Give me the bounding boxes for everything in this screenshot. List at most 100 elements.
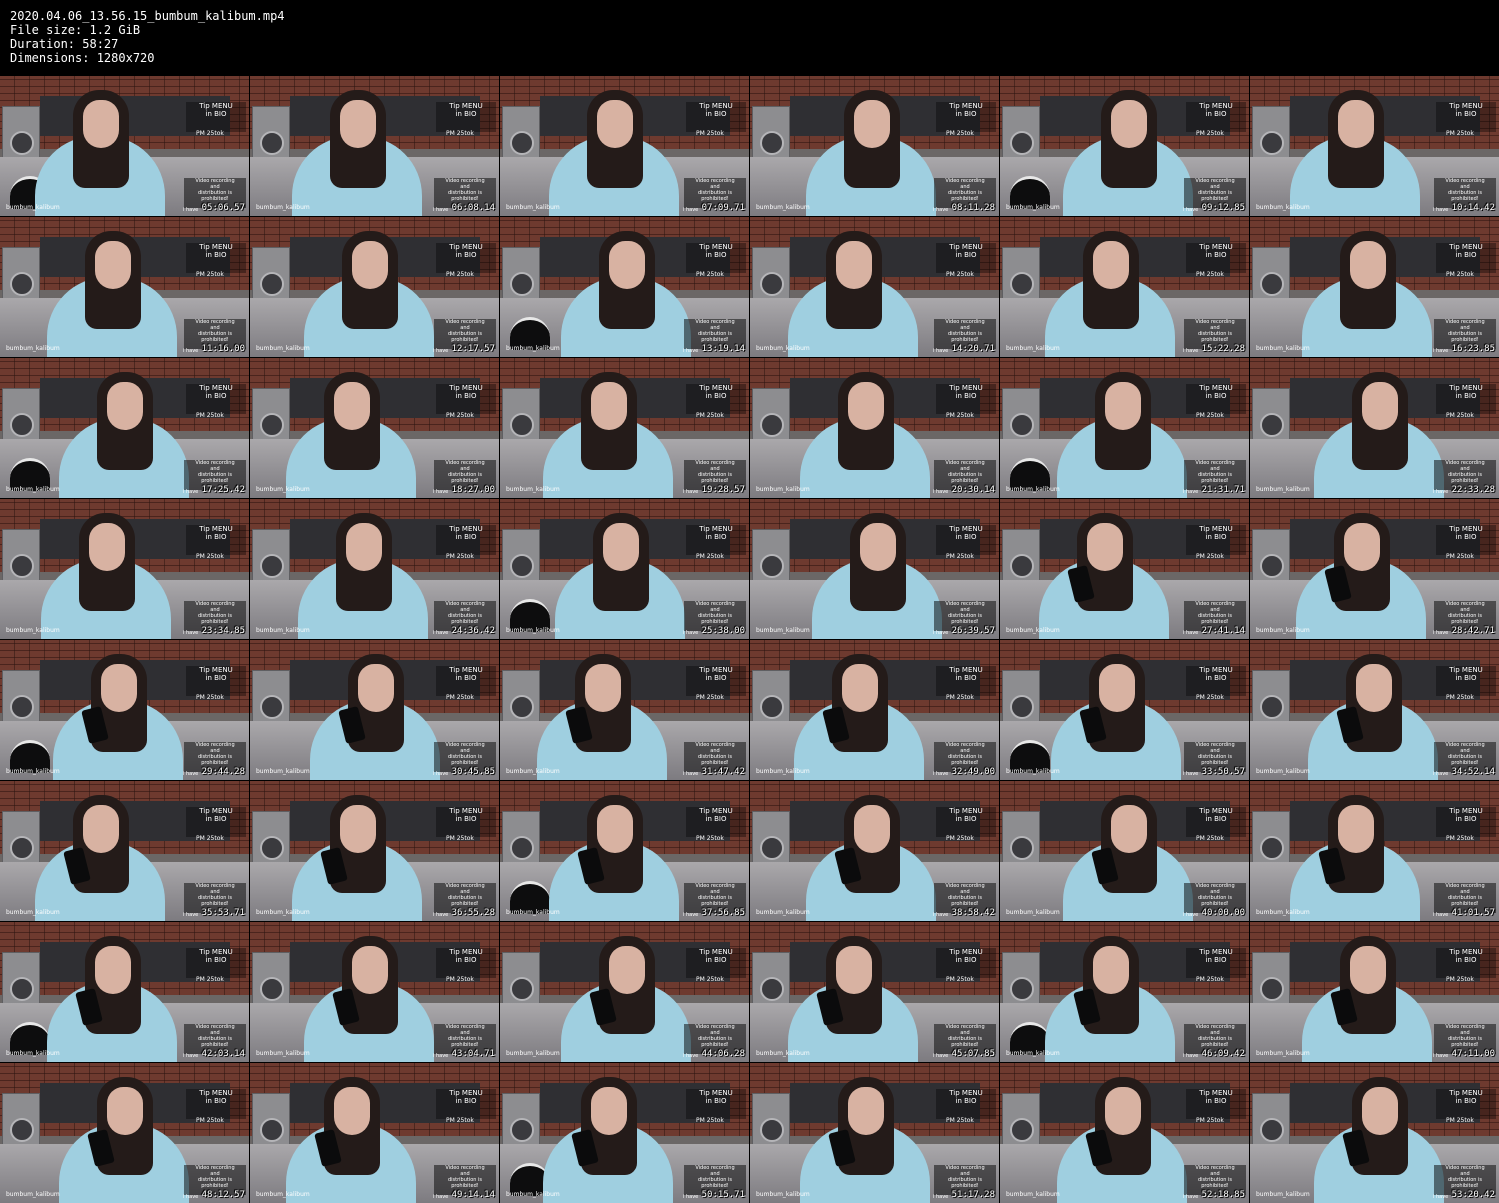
ihave-text: i have [933,771,949,777]
video-thumbnail[interactable]: Tip MENU in BIO PM 25tok Video recording and… [1250,781,1499,921]
timestamp: 40:00.00 [1201,908,1245,918]
video-thumbnail[interactable]: Tip MENU in BIO PM 25tok Video recording and… [1000,76,1249,216]
pm-overlay: PM 25tok [946,1117,974,1124]
video-thumbnail[interactable]: Tip MENU in BIO PM 25tok Video recording and… [1000,499,1249,639]
video-thumbnail[interactable]: Tip MENU in BIO PM 25tok Video recording and… [750,1063,999,1203]
video-thumbnail[interactable]: Tip MENU in BIO PM 25tok Video recording and… [500,358,749,498]
person-face [848,382,884,430]
video-thumbnail[interactable]: Tip MENU in BIO PM 25tok Video recording and… [750,499,999,639]
username-watermark: bumbum_kalibum [256,204,310,211]
ihave-text: i have [183,348,199,354]
person-face [1338,805,1374,853]
recording-line-3: distribution is prohibited! [1197,1036,1233,1048]
tip-line-2: in BIO [455,251,477,259]
recording-line-3: distribution is prohibited! [1197,895,1233,907]
video-thumbnail[interactable]: Tip MENU in BIO PM 25tok Video recording and… [500,1063,749,1203]
video-thumbnail[interactable]: Tip MENU in BIO PM 25tok Video recording and… [750,640,999,780]
username-watermark: bumbum_kalibum [756,486,810,493]
tip-line-1: Tip MENU [699,525,733,533]
video-thumbnail[interactable]: Tip MENU in BIO PM 25tok Video recording and… [500,217,749,357]
video-thumbnail[interactable]: Tip MENU in BIO PM 25tok Video recording and… [750,76,999,216]
ihave-text: i have [433,630,449,636]
timestamp: 25:38.00 [701,626,745,636]
pm-overlay: PM 25tok [1446,271,1474,278]
pm-overlay: PM 25tok [196,1117,224,1124]
video-thumbnail[interactable]: Tip MENU in BIO PM 25tok Video recording and… [1000,640,1249,780]
video-thumbnail[interactable]: Tip MENU in BIO PM 25tok Video recording and… [1000,922,1249,1062]
video-thumbnail[interactable]: Tip MENU in BIO PM 25tok Video recording and… [1250,358,1499,498]
video-thumbnail[interactable]: Tip MENU in BIO PM 25tok Video recording and… [250,217,499,357]
video-thumbnail[interactable]: Tip MENU in BIO PM 25tok Video recording and… [1250,922,1499,1062]
video-thumbnail[interactable]: Tip MENU in BIO PM 25tok Video recording and… [250,358,499,498]
video-thumbnail[interactable]: Tip MENU in BIO PM 25tok Video recording and… [1250,76,1499,216]
pm-overlay: PM 25tok [196,835,224,842]
video-thumbnail[interactable]: Tip MENU in BIO PM 25tok Video recording and… [250,922,499,1062]
video-thumbnail[interactable]: Tip MENU in BIO PM 25tok Video recording and… [250,1063,499,1203]
timestamp: 28:42.71 [1451,626,1495,636]
video-thumbnail[interactable]: Tip MENU in BIO PM 25tok Video recording and… [0,781,249,921]
video-thumbnail[interactable]: Tip MENU in BIO PM 25tok Video recording and… [500,640,749,780]
video-thumbnail[interactable]: Tip MENU in BIO PM 25tok Video recording and… [750,781,999,921]
tip-menu-overlay: Tip MENU in BIO [186,666,246,696]
timestamp: 09:12.85 [1201,203,1245,213]
tip-menu-overlay: Tip MENU in BIO [436,384,496,414]
username-watermark: bumbum_kalibum [1006,1050,1060,1057]
video-thumbnail[interactable]: Tip MENU in BIO PM 25tok Video recording and… [0,1063,249,1203]
username-watermark: bumbum_kalibum [6,204,60,211]
tip-line-1: Tip MENU [1199,384,1233,392]
tip-line-2: in BIO [1205,533,1227,541]
pm-overlay: PM 25tok [946,976,974,983]
tip-line-2: in BIO [455,815,477,823]
pm-overlay: PM 25tok [1446,694,1474,701]
pm-overlay: PM 25tok [446,976,474,983]
tip-menu-overlay: Tip MENU in BIO [686,807,746,837]
video-thumbnail[interactable]: Tip MENU in BIO PM 25tok Video recording and… [1000,1063,1249,1203]
video-thumbnail[interactable]: Tip MENU in BIO PM 25tok Video recording and… [1000,217,1249,357]
person-face [340,100,376,148]
video-thumbnail[interactable]: Tip MENU in BIO PM 25tok Video recording and… [1000,781,1249,921]
video-thumbnail[interactable]: Tip MENU in BIO PM 25tok Video recording and… [250,640,499,780]
ihave-text: i have [1433,1194,1449,1200]
person-face [1087,523,1123,571]
video-thumbnail[interactable]: Tip MENU in BIO PM 25tok Video recording and… [750,358,999,498]
video-thumbnail[interactable]: Tip MENU in BIO PM 25tok Video recording and… [1250,640,1499,780]
video-thumbnail[interactable]: Tip MENU in BIO PM 25tok Video recording and… [250,76,499,216]
person-face [95,946,131,994]
video-thumbnail[interactable]: Tip MENU in BIO PM 25tok Video recording and… [500,781,749,921]
video-thumbnail[interactable]: Tip MENU in BIO PM 25tok Video recording and… [0,76,249,216]
timestamp: 33:50.57 [1201,767,1245,777]
video-thumbnail[interactable]: Tip MENU in BIO PM 25tok Video recording and… [1250,1063,1499,1203]
tip-line-2: in BIO [1455,533,1477,541]
tip-line-1: Tip MENU [699,102,733,110]
video-thumbnail[interactable]: Tip MENU in BIO PM 25tok Video recording and… [0,217,249,357]
video-thumbnail[interactable]: Tip MENU in BIO PM 25tok Video recording and… [1250,499,1499,639]
person-face [1099,664,1135,712]
tip-menu-overlay: Tip MENU in BIO [1436,666,1496,696]
tip-menu-overlay: Tip MENU in BIO [186,948,246,978]
video-thumbnail[interactable]: Tip MENU in BIO PM 25tok Video recording and… [0,922,249,1062]
video-thumbnail[interactable]: Tip MENU in BIO PM 25tok Video recording and… [0,640,249,780]
video-thumbnail[interactable]: Tip MENU in BIO PM 25tok Video recording and… [250,781,499,921]
video-thumbnail[interactable]: Tip MENU in BIO PM 25tok Video recording and… [750,217,999,357]
video-thumbnail[interactable]: Tip MENU in BIO PM 25tok Video recording and… [250,499,499,639]
timestamp: 53:20.42 [1451,1190,1495,1200]
timestamp: 35:53.71 [201,908,245,918]
video-thumbnail[interactable]: Tip MENU in BIO PM 25tok Video recording and… [0,499,249,639]
recording-line-3: distribution is prohibited! [447,754,483,766]
video-thumbnail[interactable]: Tip MENU in BIO PM 25tok Video recording and… [750,922,999,1062]
tip-menu-overlay: Tip MENU in BIO [186,525,246,555]
person-face [609,241,645,289]
tip-menu-overlay: Tip MENU in BIO [1186,384,1246,414]
ihave-text: i have [183,207,199,213]
video-thumbnail[interactable]: Tip MENU in BIO PM 25tok Video recording and… [0,358,249,498]
video-thumbnail[interactable]: Tip MENU in BIO PM 25tok Video recording and… [500,922,749,1062]
tip-line-2: in BIO [955,251,977,259]
video-thumbnail[interactable]: Tip MENU in BIO PM 25tok Video recording and… [1250,217,1499,357]
pm-overlay: PM 25tok [1196,976,1224,983]
username-watermark: bumbum_kalibum [1006,345,1060,352]
ihave-text: i have [1183,207,1199,213]
pm-overlay: PM 25tok [946,694,974,701]
video-thumbnail[interactable]: Tip MENU in BIO PM 25tok Video recording and… [500,499,749,639]
video-thumbnail[interactable]: Tip MENU in BIO PM 25tok Video recording and… [500,76,749,216]
video-thumbnail[interactable]: Tip MENU in BIO PM 25tok Video recording and… [1000,358,1249,498]
